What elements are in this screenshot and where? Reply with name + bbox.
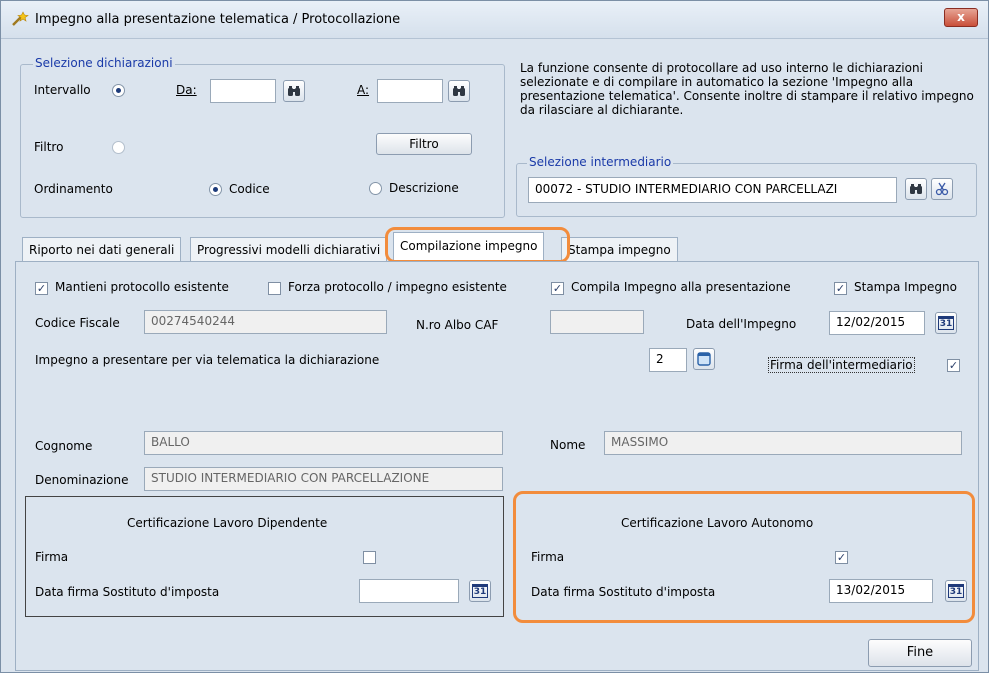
filtro-radio[interactable] xyxy=(112,141,125,154)
dipendente-firma-label: Firma xyxy=(35,550,69,564)
tab-progressivi[interactable]: Progressivi modelli dichiarativi xyxy=(190,237,388,261)
autonomo-calendar-button[interactable]: 31 xyxy=(945,580,967,602)
magic-wand-icon xyxy=(12,11,29,26)
descrizione-label: Descrizione xyxy=(389,181,459,195)
intermediario-search-button[interactable] xyxy=(905,178,927,200)
forza-label: Forza protocollo / impegno esistente xyxy=(288,280,507,294)
albo-caf-input[interactable] xyxy=(550,310,644,334)
binoculars-icon xyxy=(910,184,922,194)
window-title: Impegno alla presentazione telematica / … xyxy=(35,12,401,27)
close-button[interactable]: x xyxy=(944,8,978,27)
info-text: La funzione consente di protocollare ad … xyxy=(520,61,974,117)
a-search-button[interactable] xyxy=(448,80,470,102)
da-input[interactable] xyxy=(210,79,276,103)
dialog-window: Impegno alla presentazione telematica / … xyxy=(0,0,989,673)
dipendente-data-input[interactable] xyxy=(359,579,459,603)
da-label: Da: xyxy=(176,83,197,97)
codice-label: Codice xyxy=(229,182,270,196)
denominazione-input[interactable]: STUDIO INTERMEDIARIO CON PARCELLAZIONE xyxy=(144,467,503,491)
binoculars-icon xyxy=(288,86,300,96)
tab-stampa[interactable]: Stampa impegno xyxy=(561,237,678,261)
forza-checkbox[interactable] xyxy=(268,282,281,295)
filtro-label: Filtro xyxy=(34,140,64,154)
ordinamento-label: Ordinamento xyxy=(34,182,113,196)
selezione-legend: Selezione dichiarazioni xyxy=(33,56,175,70)
intermediario-legend: Selezione intermediario xyxy=(527,155,674,169)
impegno-label: Impegno a presentare per via telematica … xyxy=(35,353,380,367)
dipendente-calendar-button[interactable]: 31 xyxy=(469,580,491,602)
intermediario-clear-button[interactable] xyxy=(931,178,953,200)
ordinamento-descrizione-radio[interactable] xyxy=(369,182,382,195)
denominazione-label: Denominazione xyxy=(35,473,129,487)
binoculars-icon xyxy=(453,86,465,96)
scissors-icon xyxy=(935,182,949,196)
data-impegno-label: Data dell'Impegno xyxy=(686,317,797,331)
data-impegno-input[interactable]: 12/02/2015 xyxy=(829,311,925,335)
mantieni-label: Mantieni protocollo esistente xyxy=(55,280,229,294)
filtro-button[interactable]: Filtro xyxy=(376,133,472,155)
mantieni-checkbox[interactable]: ✓ xyxy=(35,282,48,295)
a-label: A: xyxy=(357,83,370,97)
albo-caf-label: N.ro Albo CAF xyxy=(416,318,499,332)
stampa-label: Stampa Impegno xyxy=(854,280,957,294)
fine-button[interactable]: Fine xyxy=(868,639,972,667)
dipendente-title: Certificazione Lavoro Dipendente xyxy=(127,516,328,530)
autonomo-data-label: Data firma Sostituto d'imposta xyxy=(531,585,716,599)
compila-checkbox[interactable]: ✓ xyxy=(551,282,564,295)
intervallo-radio[interactable] xyxy=(112,84,125,97)
dipendente-data-label: Data firma Sostituto d'imposta xyxy=(35,585,220,599)
ordinamento-codice-radio[interactable] xyxy=(209,183,222,196)
nome-label: Nome xyxy=(550,438,586,452)
firma-intermediario-checkbox[interactable]: ✓ xyxy=(947,359,960,372)
codice-fiscale-input[interactable]: 00274540244 xyxy=(144,310,387,334)
calendar-icon: 31 xyxy=(947,584,965,598)
a-input[interactable] xyxy=(377,79,443,103)
dipendente-firma-checkbox[interactable] xyxy=(363,551,376,564)
data-impegno-calendar-button[interactable]: 31 xyxy=(935,312,957,334)
stampa-checkbox[interactable]: ✓ xyxy=(834,282,847,295)
firma-intermediario-label: Firma dell'intermediario xyxy=(768,357,915,373)
cognome-label: Cognome xyxy=(35,439,93,453)
autonomo-data-input[interactable]: 13/02/2015 xyxy=(829,579,933,603)
autonomo-firma-checkbox[interactable]: ✓ xyxy=(835,551,848,564)
intermediario-input[interactable]: 00072 - STUDIO INTERMEDIARIO CON PARCELL… xyxy=(528,177,897,203)
codice-fiscale-label: Codice Fiscale xyxy=(35,316,120,330)
cognome-input[interactable]: BALLO xyxy=(144,431,503,455)
impegno-picker-button[interactable] xyxy=(693,348,715,370)
autonomo-firma-label: Firma xyxy=(531,550,565,564)
calendar-icon: 31 xyxy=(937,316,955,330)
calendar-icon: 31 xyxy=(471,584,489,598)
intervallo-label: Intervallo xyxy=(34,83,91,97)
title-bar: Impegno alla presentazione telematica / … xyxy=(1,1,988,39)
impegno-input[interactable]: 2 xyxy=(649,348,687,372)
nome-input[interactable]: MASSIMO xyxy=(604,431,962,455)
autonomo-title: Certificazione Lavoro Autonomo xyxy=(621,516,814,530)
tab-compilazione[interactable]: Compilazione impegno xyxy=(393,232,545,262)
da-search-button[interactable] xyxy=(283,80,305,102)
tab-riporto[interactable]: Riporto nei dati generali xyxy=(22,237,182,261)
compila-label: Compila Impegno alla presentazione xyxy=(571,280,791,294)
window-icon xyxy=(697,352,711,366)
